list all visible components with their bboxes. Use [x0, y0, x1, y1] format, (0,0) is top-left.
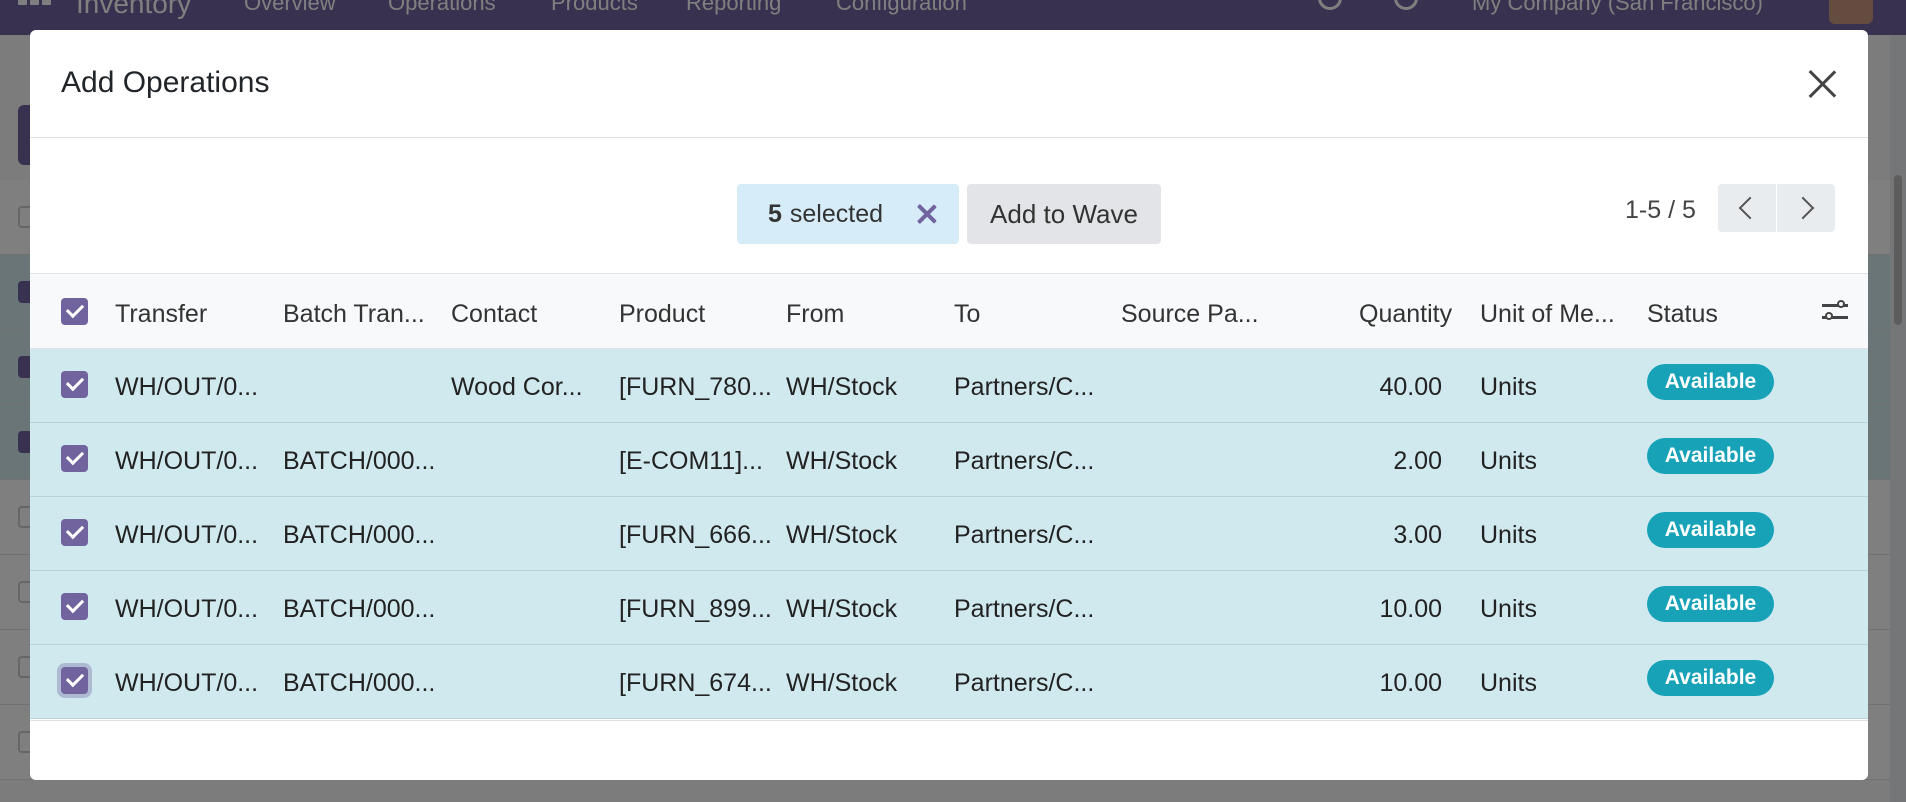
add-to-wave-button[interactable]: Add to Wave	[967, 184, 1161, 244]
control-panel: 5 selected Add to Wave 1-5 / 5	[30, 138, 1868, 274]
status-badge: Available	[1647, 512, 1774, 548]
cell-batch: BATCH/000...	[283, 595, 436, 623]
modal-title: Add Operations	[61, 66, 270, 99]
cell-batch: BATCH/000...	[283, 521, 436, 549]
cell-uom: Units	[1480, 521, 1537, 549]
cell-quantity: 2.00	[1393, 447, 1442, 475]
column-quantity[interactable]: Quantity	[1359, 300, 1452, 329]
cell-uom: Units	[1480, 595, 1537, 623]
unselect-all-icon[interactable]	[915, 202, 939, 226]
table-row[interactable]: WH/OUT/0... BATCH/000... [FURN_899... WH…	[30, 571, 1868, 645]
cell-transfer: WH/OUT/0...	[115, 669, 259, 697]
row-checkbox[interactable]	[61, 371, 88, 398]
pager-value[interactable]: 1-5 / 5	[1625, 196, 1696, 225]
cell-transfer: WH/OUT/0...	[115, 447, 259, 475]
row-checkbox[interactable]	[61, 667, 88, 694]
cell-to: Partners/C...	[954, 447, 1095, 475]
selected-label: selected	[789, 199, 884, 228]
table-row[interactable]: WH/OUT/0... BATCH/000... [FURN_674... WH…	[30, 645, 1868, 719]
table-row[interactable]: WH/OUT/0... BATCH/000... [E-COM11]... WH…	[30, 423, 1868, 497]
cell-from: WH/Stock	[786, 373, 898, 401]
table-row[interactable]: WH/OUT/0... BATCH/000... [FURN_666... WH…	[30, 497, 1868, 571]
cell-to: Partners/C...	[954, 669, 1095, 697]
cell-product: [FURN_666...	[619, 521, 772, 549]
column-status[interactable]: Status	[1647, 300, 1718, 329]
add-operations-dialog: Add Operations 5 selected Add to Wave 1-…	[30, 30, 1868, 780]
cell-batch: BATCH/000...	[283, 447, 436, 475]
status-badge: Available	[1647, 586, 1774, 622]
row-checkbox[interactable]	[61, 445, 88, 472]
modal-header: Add Operations	[30, 30, 1868, 138]
cell-transfer: WH/OUT/0...	[115, 521, 259, 549]
cell-from: WH/Stock	[786, 521, 898, 549]
cell-quantity: 3.00	[1393, 521, 1442, 549]
selected-count: 5	[768, 199, 782, 228]
cell-product: [E-COM11]...	[619, 447, 764, 475]
cell-to: Partners/C...	[954, 521, 1095, 549]
pager-next-button[interactable]	[1777, 184, 1835, 232]
selection-indicator: 5 selected	[737, 184, 959, 244]
cell-from: WH/Stock	[786, 447, 898, 475]
status-badge: Available	[1647, 660, 1774, 696]
column-product[interactable]: Product	[619, 300, 705, 329]
status-badge: Available	[1647, 438, 1774, 474]
column-contact[interactable]: Contact	[451, 300, 537, 329]
cell-to: Partners/C...	[954, 373, 1095, 401]
column-transfer[interactable]: Transfer	[115, 300, 207, 329]
cell-batch: BATCH/000...	[283, 669, 436, 697]
close-icon[interactable]	[1802, 64, 1842, 104]
cell-uom: Units	[1480, 447, 1537, 475]
cell-quantity: 10.00	[1379, 595, 1442, 623]
cell-to: Partners/C...	[954, 595, 1095, 623]
column-to[interactable]: To	[954, 300, 980, 329]
cell-transfer: WH/OUT/0...	[115, 595, 259, 623]
column-unit-of-measure[interactable]: Unit of Me...	[1480, 300, 1615, 329]
column-batch-transfer[interactable]: Batch Tran...	[283, 300, 425, 329]
row-checkbox[interactable]	[61, 519, 88, 546]
cell-product: [FURN_780...	[619, 373, 772, 401]
optional-columns-icon[interactable]	[1820, 298, 1850, 326]
cell-product: [FURN_899...	[619, 595, 772, 623]
row-checkbox[interactable]	[61, 593, 88, 620]
table-header: Transfer Batch Tran... Contact Product F…	[30, 274, 1868, 349]
modal-footer-divider	[30, 720, 1868, 721]
cell-quantity: 10.00	[1379, 669, 1442, 697]
column-from[interactable]: From	[786, 300, 844, 329]
cell-contact: Wood Cor...	[451, 373, 583, 401]
table-row[interactable]: WH/OUT/0... Wood Cor... [FURN_780... WH/…	[30, 349, 1868, 423]
cell-from: WH/Stock	[786, 669, 898, 697]
column-source-package[interactable]: Source Pa...	[1121, 300, 1259, 329]
cell-quantity: 40.00	[1379, 373, 1442, 401]
cell-from: WH/Stock	[786, 595, 898, 623]
cell-product: [FURN_674...	[619, 669, 772, 697]
cell-transfer: WH/OUT/0...	[115, 373, 259, 401]
pager-previous-button[interactable]	[1718, 184, 1776, 232]
cell-uom: Units	[1480, 373, 1537, 401]
select-all-checkbox[interactable]	[61, 298, 88, 325]
status-badge: Available	[1647, 364, 1774, 400]
cell-uom: Units	[1480, 669, 1537, 697]
